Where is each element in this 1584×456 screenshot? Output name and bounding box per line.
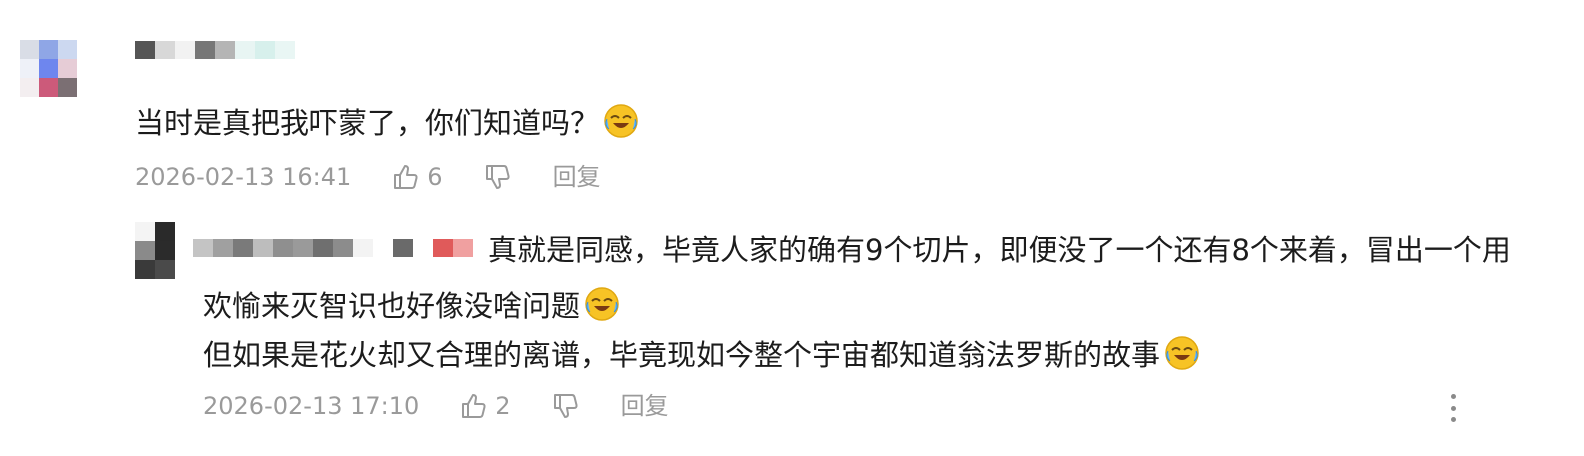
- reply-reply-button[interactable]: 回复: [621, 391, 669, 421]
- comment-text-content: 当时是真把我吓蒙了，你们知道吗？: [135, 106, 600, 140]
- thumbs-up-icon[interactable]: [459, 391, 489, 421]
- thumbs-up-icon[interactable]: [391, 162, 421, 192]
- avatar[interactable]: [20, 40, 77, 97]
- reply-like-count: 2: [495, 392, 511, 420]
- laugh-cry-icon: [604, 104, 638, 138]
- comment-meta: 2026-02-13 16:41 6 回复: [135, 162, 601, 192]
- timestamp: 2026-02-13 16:41: [135, 163, 352, 191]
- like-count: 6: [427, 163, 443, 191]
- more-dot: [1450, 405, 1456, 411]
- comment-thread: 当时是真把我吓蒙了，你们知道吗？ 2026-02-13 16:41 6 回复 真…: [0, 0, 1584, 456]
- reply-text-line-2-content: 欢愉来灭智识也好像没啥问题: [203, 289, 581, 323]
- reply-text-line-2: 欢愉来灭智识也好像没啥问题: [203, 286, 620, 324]
- username[interactable]: [135, 41, 295, 59]
- laugh-cry-icon: [1165, 336, 1199, 370]
- laugh-cry-icon: [585, 287, 619, 321]
- more-dot: [1450, 417, 1456, 422]
- thumbs-down-icon[interactable]: [551, 391, 581, 421]
- reply-text-line-1: 真就是同感，毕竟人家的确有9个切片，即便没了一个还有8个来着，冒出一个用: [488, 233, 1511, 267]
- more-dot: [1450, 394, 1456, 399]
- reply-avatar[interactable]: [135, 222, 175, 279]
- reply-text-line-3: 但如果是花火却又合理的离谱，毕竟现如今整个宇宙都知道翁法罗斯的故事: [203, 335, 1200, 373]
- more-options-icon[interactable]: [1443, 390, 1463, 426]
- reply-username[interactable]: [193, 239, 473, 257]
- thumbs-down-icon[interactable]: [483, 162, 513, 192]
- reply-timestamp: 2026-02-13 17:10: [203, 392, 420, 420]
- reply-meta: 2026-02-13 17:10 2 回复: [203, 391, 669, 421]
- reply-button[interactable]: 回复: [553, 162, 601, 192]
- reply-text-line-3-content: 但如果是花火却又合理的离谱，毕竟现如今整个宇宙都知道翁法罗斯的故事: [203, 338, 1161, 372]
- comment-text: 当时是真把我吓蒙了，你们知道吗？: [135, 103, 639, 141]
